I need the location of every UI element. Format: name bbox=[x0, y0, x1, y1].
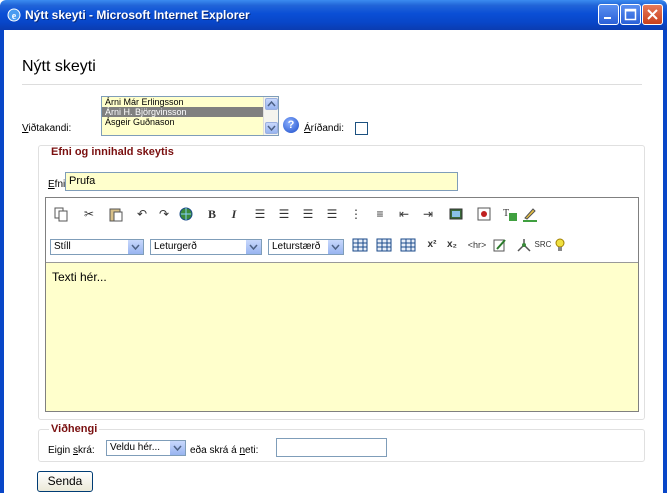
insert-row-icon[interactable] bbox=[376, 237, 392, 253]
insert-table-icon[interactable] bbox=[352, 237, 368, 253]
web-file-label: eða skrá á neti: bbox=[190, 445, 259, 456]
content-legend: Efni og innihald skeytis bbox=[49, 146, 176, 158]
send-button[interactable]: Senda bbox=[37, 471, 93, 492]
divider bbox=[22, 84, 642, 85]
recipient-option[interactable]: Árni Már Erlingsson bbox=[102, 97, 278, 107]
rich-text-editor[interactable]: ✂ ↶ ↷ B I ☰ ☰ ☰ ☰ ⋮ ≡ ⇤ ⇥ T Stíll Leturg… bbox=[45, 197, 639, 412]
help-icon[interactable]: ? bbox=[283, 117, 299, 133]
chevron-down-icon bbox=[246, 240, 261, 254]
font-select[interactable]: Leturgerð bbox=[150, 239, 262, 255]
chevron-up-icon bbox=[267, 100, 276, 107]
window-frame-left bbox=[0, 30, 4, 493]
own-file-label-prefix: Eigin bbox=[48, 445, 74, 456]
recipient-option-selected[interactable]: Árni H. Björgvinsson bbox=[102, 107, 278, 117]
editor-body-text: Texti hér... bbox=[52, 270, 107, 284]
justify-icon[interactable]: ☰ bbox=[324, 206, 340, 222]
chevron-down-icon bbox=[170, 441, 185, 455]
bullet-list-icon[interactable]: ⋮ bbox=[348, 206, 364, 222]
web-file-label-prefix: eða skrá á bbox=[190, 445, 240, 456]
chevron-down-icon bbox=[128, 240, 143, 254]
internet-explorer-icon: e bbox=[7, 8, 21, 22]
close-button[interactable] bbox=[642, 4, 663, 25]
own-file-label: Eigin skrá: bbox=[48, 445, 95, 456]
italic-icon[interactable]: I bbox=[226, 206, 242, 222]
minimize-button[interactable] bbox=[598, 4, 619, 25]
cut-icon[interactable]: ✂ bbox=[81, 206, 97, 222]
align-left-icon[interactable]: ☰ bbox=[252, 206, 268, 222]
insert-link-icon[interactable] bbox=[178, 206, 194, 222]
recipient-label: Viðtakandi: bbox=[22, 123, 72, 134]
indent-icon[interactable]: ⇥ bbox=[420, 206, 436, 222]
urgent-checkbox[interactable] bbox=[355, 122, 368, 135]
text-color-icon[interactable]: T bbox=[502, 206, 518, 222]
horizontal-rule-button[interactable]: <hr> bbox=[464, 237, 490, 253]
editor-body[interactable]: Texti hér... bbox=[46, 262, 638, 411]
recipient-option[interactable]: Ásgeir Guðnason bbox=[102, 117, 278, 127]
attachments-legend: Viðhengi bbox=[49, 423, 100, 435]
formatting-toolbar-row-2: Stíll Leturgerð Leturstærð x² x₂ <hr> SR… bbox=[46, 230, 638, 260]
own-file-select[interactable]: Veldu hér... bbox=[106, 440, 186, 456]
chevron-down-icon bbox=[267, 125, 276, 132]
align-center-icon[interactable]: ☰ bbox=[276, 206, 292, 222]
scroll-down-button[interactable] bbox=[265, 122, 278, 134]
scroll-up-button[interactable] bbox=[265, 98, 278, 110]
maximize-button[interactable] bbox=[620, 4, 641, 25]
window-title: Nýtt skeyti - Microsoft Internet Explore… bbox=[25, 8, 250, 22]
size-select-value: Leturstærð bbox=[272, 241, 321, 252]
own-file-select-value: Veldu hér... bbox=[110, 442, 161, 453]
page-title: Nýtt skeyti bbox=[22, 58, 96, 75]
font-select-value: Leturgerð bbox=[154, 241, 197, 252]
chevron-down-icon bbox=[328, 240, 343, 254]
size-select[interactable]: Leturstærð bbox=[268, 239, 344, 255]
align-right-icon[interactable]: ☰ bbox=[300, 206, 316, 222]
paste-icon[interactable] bbox=[108, 206, 124, 222]
redo-icon[interactable]: ↷ bbox=[156, 206, 172, 222]
web-file-input[interactable] bbox=[276, 438, 387, 457]
outdent-icon[interactable]: ⇤ bbox=[396, 206, 412, 222]
style-select-value: Stíll bbox=[54, 241, 71, 252]
superscript-icon[interactable]: x² bbox=[424, 237, 440, 253]
listbox-scrollbar[interactable] bbox=[263, 97, 278, 135]
lightbulb-icon[interactable] bbox=[552, 237, 568, 253]
svg-text:e: e bbox=[12, 11, 17, 22]
web-file-label-rest: eti: bbox=[245, 445, 259, 456]
clean-icon[interactable] bbox=[516, 237, 532, 253]
bold-icon[interactable]: B bbox=[204, 206, 220, 222]
view-source-button[interactable]: SRC bbox=[532, 237, 554, 253]
edit-icon[interactable] bbox=[492, 237, 508, 253]
window-titlebar[interactable]: e Nýtt skeyti - Microsoft Internet Explo… bbox=[0, 0, 667, 30]
style-select[interactable]: Stíll bbox=[50, 239, 144, 255]
insert-image-icon[interactable] bbox=[448, 206, 464, 222]
urgent-label-rest: ríðandi: bbox=[310, 123, 345, 134]
recipient-listbox[interactable]: Árni Már Erlingsson Árni H. Björgvinsson… bbox=[101, 96, 279, 136]
minimize-icon bbox=[604, 17, 611, 19]
close-icon bbox=[647, 9, 658, 20]
svg-text:T: T bbox=[503, 208, 509, 219]
undo-icon[interactable]: ↶ bbox=[134, 206, 150, 222]
urgent-label: Áríðandi: bbox=[304, 123, 345, 134]
insert-object-icon[interactable] bbox=[476, 206, 492, 222]
formatting-toolbar-row-1: ✂ ↶ ↷ B I ☰ ☰ ☰ ☰ ⋮ ≡ ⇤ ⇥ T bbox=[46, 198, 638, 230]
numbered-list-icon[interactable]: ≡ bbox=[372, 206, 388, 222]
window-frame-right bbox=[663, 30, 667, 493]
insert-column-icon[interactable] bbox=[400, 237, 416, 253]
highlight-icon[interactable] bbox=[522, 206, 538, 222]
recipient-label-rest: iðtakandi: bbox=[28, 123, 72, 134]
copy-icon[interactable] bbox=[53, 206, 69, 222]
maximize-icon bbox=[624, 8, 637, 21]
own-file-label-rest: krá: bbox=[78, 445, 95, 456]
subscript-icon[interactable]: x₂ bbox=[444, 237, 460, 253]
subject-input[interactable]: Prufa bbox=[65, 172, 458, 191]
